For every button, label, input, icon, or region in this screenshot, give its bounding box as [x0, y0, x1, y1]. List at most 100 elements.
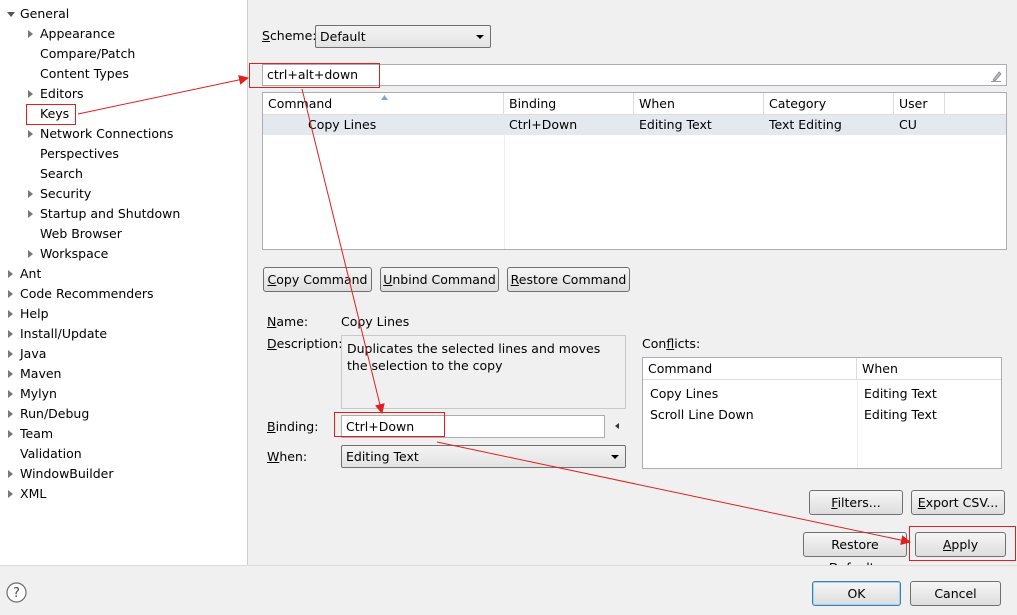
unbind-command-button[interactable]: Unbind Command — [380, 267, 499, 292]
tree-item-install-update[interactable]: Install/Update — [0, 324, 247, 344]
name-value: Copy Lines — [341, 314, 410, 329]
tree-item-label: Web Browser — [40, 226, 122, 241]
table-row[interactable]: Copy Lines Editing Text — [643, 384, 1001, 404]
tree-item-general[interactable]: General — [0, 4, 247, 24]
annotation-box-apply — [909, 526, 1016, 561]
chevron-right-icon[interactable] — [8, 410, 13, 418]
column-header-binding[interactable]: Binding — [504, 93, 634, 115]
tree-item-label: Team — [20, 426, 54, 441]
chevron-right-icon[interactable] — [8, 430, 13, 438]
chevron-right-icon[interactable] — [28, 210, 33, 218]
conflicts-table[interactable]: Command When Copy Lines Editing Text Scr… — [642, 357, 1002, 469]
copy-command-button[interactable]: Copy Command — [263, 267, 372, 292]
chevron-right-icon[interactable] — [28, 30, 33, 38]
tree-item-run-debug[interactable]: Run/Debug — [0, 404, 247, 424]
chevron-right-icon[interactable] — [8, 370, 13, 378]
tree-item-search[interactable]: Search — [0, 164, 247, 184]
tree-item-content-types[interactable]: Content Types — [0, 64, 247, 84]
chevron-right-icon[interactable] — [8, 470, 13, 478]
chevron-right-icon[interactable] — [8, 350, 13, 358]
chevron-right-icon[interactable] — [28, 250, 33, 258]
tree-item-maven[interactable]: Maven — [0, 364, 247, 384]
table-row[interactable]: Copy Lines Ctrl+Down Editing Text Text E… — [263, 115, 1006, 135]
scheme-dropdown[interactable]: Default — [315, 25, 491, 48]
tree-item-team[interactable]: Team — [0, 424, 247, 444]
column-header-command[interactable]: Command — [263, 93, 504, 115]
chevron-down-icon — [611, 455, 619, 459]
when-label: When: — [267, 449, 308, 464]
chevron-right-icon[interactable] — [28, 130, 33, 138]
name-label: Name: — [267, 314, 309, 329]
filters-button[interactable]: Filters... — [809, 490, 903, 515]
tree-item-label: Security — [40, 186, 92, 201]
tree-item-windowbuilder[interactable]: WindowBuilder — [0, 464, 247, 484]
chevron-right-icon[interactable] — [28, 90, 33, 98]
export-csv-button[interactable]: Export CSV... — [911, 490, 1005, 515]
tree-item-workspace[interactable]: Workspace — [0, 244, 247, 264]
table-row[interactable]: Scroll Line Down Editing Text — [643, 405, 1001, 425]
binding-modifier-button[interactable] — [610, 415, 626, 438]
binding-label: Binding: — [267, 419, 319, 434]
tree-item-security[interactable]: Security — [0, 184, 247, 204]
tree-item-label: Search — [40, 166, 83, 181]
tree-item-web-browser[interactable]: Web Browser — [0, 224, 247, 244]
preferences-tree[interactable]: General Appearance Compare/Patch Content Ty… — [0, 0, 248, 565]
annotation-box-binding — [334, 412, 445, 437]
tree-item-editors[interactable]: Editors — [0, 84, 247, 104]
eraser-icon[interactable] — [990, 68, 1002, 82]
tree-item-perspectives[interactable]: Perspectives — [0, 144, 247, 164]
cell-user: CU — [899, 117, 917, 132]
cell-command: Copy Lines — [308, 117, 377, 132]
column-header-category[interactable]: Category — [764, 93, 894, 115]
tree-item-label: Java — [20, 346, 47, 361]
question-icon[interactable]: ? — [6, 582, 27, 603]
tree-item-xml[interactable]: XML — [0, 484, 247, 504]
column-header-when[interactable]: When — [634, 93, 764, 115]
restore-defaults-button[interactable]: Restore Defaults — [803, 532, 907, 575]
column-header-filler — [945, 93, 1006, 115]
chevron-down-icon[interactable] — [7, 12, 15, 17]
chevron-right-icon[interactable] — [28, 190, 33, 198]
column-header-user[interactable]: User — [894, 93, 945, 115]
chevron-right-icon[interactable] — [8, 270, 13, 278]
conflicts-header-command[interactable]: Command — [643, 358, 857, 380]
chevron-down-icon — [476, 35, 484, 39]
cancel-button[interactable]: Cancel — [910, 581, 1001, 606]
when-dropdown[interactable]: Editing Text — [341, 445, 626, 468]
tree-item-label: Validation — [20, 446, 82, 461]
chevron-right-icon[interactable] — [8, 290, 13, 298]
tree-item-validation[interactable]: Validation — [0, 444, 247, 464]
tree-item-label: Appearance — [40, 26, 116, 41]
tree-item-network-connections[interactable]: Network Connections — [0, 124, 247, 144]
tree-item-code-recommenders[interactable]: Code Recommenders — [0, 284, 247, 304]
svg-text:?: ? — [13, 586, 20, 601]
tree-item-help[interactable]: Help — [0, 304, 247, 324]
tree-item-java[interactable]: Java — [0, 344, 247, 364]
chevron-right-icon[interactable] — [8, 490, 13, 498]
tree-item-ant[interactable]: Ant — [0, 264, 247, 284]
tree-item-label: Compare/Patch — [40, 46, 136, 61]
chevron-left-icon — [615, 423, 619, 429]
tree-item-startup-and-shutdown[interactable]: Startup and Shutdown — [0, 204, 247, 224]
tree-item-label: Code Recommenders — [20, 286, 154, 301]
chevron-right-icon[interactable] — [8, 330, 13, 338]
restore-command-button[interactable]: Restore Command — [507, 267, 630, 292]
tree-item-label: Help — [20, 306, 49, 321]
tree-item-mylyn[interactable]: Mylyn — [0, 384, 247, 404]
tree-item-appearance[interactable]: Appearance — [0, 24, 247, 44]
ok-button[interactable]: OK — [812, 581, 901, 606]
conflicts-header-when[interactable]: When — [857, 358, 1001, 380]
annotation-box-filter — [249, 63, 380, 88]
bindings-table[interactable]: Command Binding When Category User Copy … — [262, 92, 1007, 250]
tree-item-label: Content Types — [40, 66, 129, 81]
dialog-button-bar: ? OK Cancel — [0, 565, 1017, 615]
scheme-value: Default — [320, 29, 366, 44]
tree-item-label: WindowBuilder — [20, 466, 114, 481]
chevron-right-icon[interactable] — [8, 310, 13, 318]
annotation-box-keys — [26, 104, 76, 125]
tree-item-label: Perspectives — [40, 146, 119, 161]
chevron-right-icon[interactable] — [8, 390, 13, 398]
tree-item-compare-patch[interactable]: Compare/Patch — [0, 44, 247, 64]
tree-item-label: Editors — [40, 86, 84, 101]
tree-item-label: Mylyn — [20, 386, 57, 401]
